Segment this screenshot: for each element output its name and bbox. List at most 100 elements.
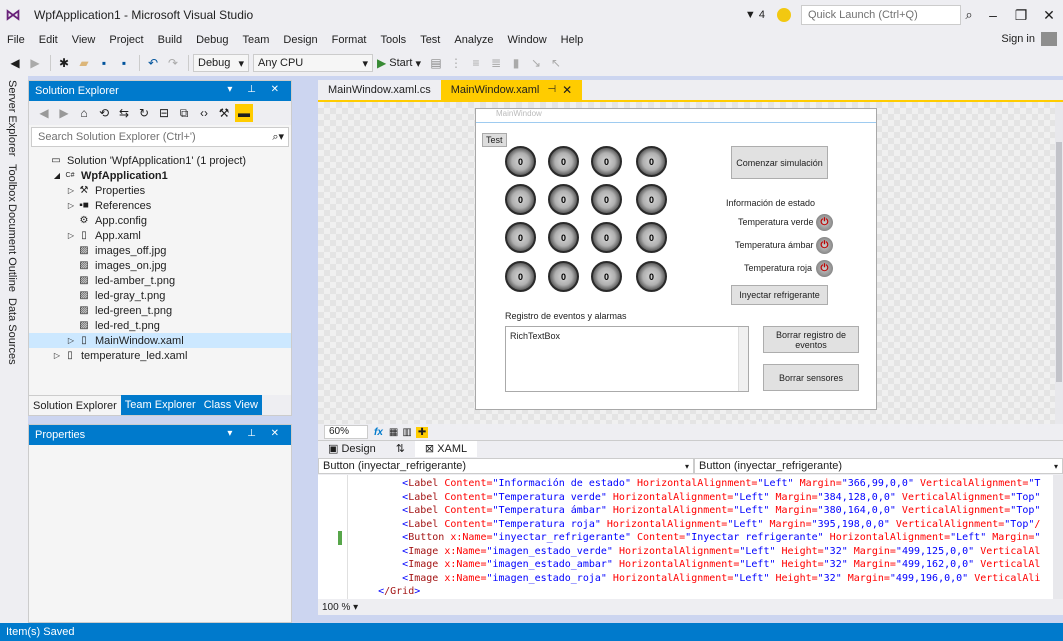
menu-item-window[interactable]: Window xyxy=(501,34,554,46)
code-line[interactable]: <Label Content="Temperatura ámbar" Horiz… xyxy=(354,504,1040,518)
collapse-all-icon[interactable]: ⊟ xyxy=(155,104,173,122)
tree-item[interactable]: ▷ ▯ App.xaml xyxy=(29,228,291,243)
tab-solution-explorer[interactable]: Solution Explorer xyxy=(29,395,121,415)
tree-item[interactable]: ▷ ▪■ References xyxy=(29,198,291,213)
richtextbox-scrollbar[interactable] xyxy=(738,327,748,391)
menu-item-team[interactable]: Team xyxy=(236,34,277,46)
tab-team-explorer[interactable]: Team Explorer xyxy=(120,395,200,415)
expand-arrow-icon[interactable]: ▷ xyxy=(65,231,77,240)
menu-item-debug[interactable]: Debug xyxy=(189,34,235,46)
swap-panes-button[interactable]: ⇅ xyxy=(386,441,415,458)
notifications-flag-icon[interactable]: ▼ 4 xyxy=(745,9,765,21)
xaml-code-editor[interactable]: <Label Content="Información de estado" H… xyxy=(318,475,1063,599)
quick-launch-input[interactable]: Quick Launch (Ctrl+Q) xyxy=(801,5,961,25)
close-button[interactable]: ✕ xyxy=(1035,7,1063,24)
back-icon[interactable]: ◀ xyxy=(6,54,24,72)
save-all-icon[interactable]: ▪ xyxy=(115,54,133,72)
menu-item-design[interactable]: Design xyxy=(276,34,324,46)
bookmark-icon[interactable]: ▮ xyxy=(507,54,525,72)
undo-icon[interactable]: ↶ xyxy=(144,54,162,72)
start-button[interactable]: ▶ Start ▾ xyxy=(377,56,421,70)
tree-item[interactable]: ⚙ App.config xyxy=(29,213,291,228)
comment-icon[interactable]: ≣ xyxy=(487,54,505,72)
refresh-icon[interactable]: ↻ xyxy=(135,104,153,122)
search-icon[interactable]: ⌕ xyxy=(959,7,979,23)
menu-item-help[interactable]: Help xyxy=(554,34,591,46)
feedback-smiley-icon[interactable] xyxy=(777,8,791,22)
tab-server-explorer[interactable]: Server Explorer xyxy=(6,80,18,156)
open-file-icon[interactable]: ▰ xyxy=(75,54,93,72)
menu-item-edit[interactable]: Edit xyxy=(32,34,65,46)
code-line[interactable]: <Label Content="Temperatura roja" Horizo… xyxy=(354,518,1040,532)
events-richtextbox[interactable]: RichTextBox xyxy=(505,326,749,392)
tree-item[interactable]: ◢ C# WpfApplication1 xyxy=(29,168,291,183)
xaml-designer[interactable]: MainWindow Test 0 0 0 0 0 0 0 0 0 0 0 0 0 0 0 0 Comenza… xyxy=(318,102,1063,424)
menu-item-build[interactable]: Build xyxy=(151,34,189,46)
tree-item[interactable]: ▷ ▯ MainWindow.xaml xyxy=(29,333,291,348)
element-scope-select[interactable]: Button (inyectar_refrigerante) ▾ xyxy=(318,458,694,474)
scroll-thumb[interactable] xyxy=(1056,142,1062,382)
snap-grid-icon[interactable]: ▥ xyxy=(402,427,411,438)
tree-item[interactable]: ▨ led-red_t.png xyxy=(29,318,291,333)
code-line[interactable]: <Image x:Name="imagen_estado_ambar" Hori… xyxy=(354,558,1040,572)
tab-mainwindow-xaml-cs[interactable]: MainWindow.xaml.cs xyxy=(318,80,441,100)
expand-arrow-icon[interactable]: ▷ xyxy=(65,336,77,345)
inject-coolant-button[interactable]: Inyectar refrigerante xyxy=(731,285,828,305)
expand-arrow-icon[interactable]: ▷ xyxy=(65,186,77,195)
panel-window-buttons[interactable]: ▾ ⊥ ✕ xyxy=(227,84,285,95)
code-line[interactable]: </Grid> xyxy=(354,585,1040,599)
tree-item[interactable]: ▨ images_off.jpg xyxy=(29,243,291,258)
panel-window-buttons[interactable]: ▾ ⊥ ✕ xyxy=(227,428,285,439)
step-icon[interactable]: ⋮ xyxy=(447,54,465,72)
properties-wrench-icon[interactable]: ⚒ xyxy=(215,104,233,122)
code-lines[interactable]: <Label Content="Información de estado" H… xyxy=(354,477,1040,599)
minimize-button[interactable]: – xyxy=(979,7,1007,23)
snap-lines-icon[interactable]: ✚ xyxy=(415,426,429,438)
tree-item[interactable]: ▨ led-green_t.png xyxy=(29,303,291,318)
save-icon[interactable]: ▪ xyxy=(95,54,113,72)
bookmark-prev-icon[interactable]: ↖ xyxy=(547,54,565,72)
platform-select[interactable]: Any CPU ▾ xyxy=(253,54,373,72)
tab-xaml[interactable]: ⊠ XAML xyxy=(414,440,478,458)
format-icon[interactable]: ≡ xyxy=(467,54,485,72)
bookmark-next-icon[interactable]: ↘ xyxy=(527,54,545,72)
start-simulation-button[interactable]: Comenzar simulación xyxy=(731,146,828,179)
pin-icon[interactable]: ⊣ xyxy=(547,80,556,100)
code-line[interactable]: <Label Content="Temperatura verde" Horiz… xyxy=(354,491,1040,505)
browser-link-icon[interactable]: ▤ xyxy=(427,54,445,72)
close-tab-icon[interactable]: ✕ xyxy=(562,80,572,100)
restore-button[interactable]: ❐ xyxy=(1007,7,1035,24)
view-code-icon[interactable]: ‹› xyxy=(195,104,213,122)
solution-explorer-search-input[interactable]: Search Solution Explorer (Ctrl+') ⌕▾ xyxy=(31,127,289,147)
sign-in-link[interactable]: Sign in xyxy=(1001,33,1035,45)
tab-toolbox[interactable]: Toolbox xyxy=(6,164,18,202)
show-all-files-icon[interactable]: ⧉ xyxy=(175,104,193,122)
tab-class-view[interactable]: Class View xyxy=(199,395,262,415)
pending-changes-icon[interactable]: ⟲ xyxy=(95,104,113,122)
tree-item[interactable]: ▷ ⚒ Properties xyxy=(29,183,291,198)
clear-sensors-button[interactable]: Borrar sensores xyxy=(763,364,859,391)
code-line[interactable]: <Button x:Name="inyectar_refrigerante" C… xyxy=(354,531,1040,545)
menu-item-view[interactable]: View xyxy=(65,34,103,46)
back-icon[interactable]: ◀ xyxy=(35,104,53,122)
account-icon[interactable] xyxy=(1041,32,1057,46)
grid-icon[interactable]: ▦ xyxy=(389,427,398,438)
expand-arrow-icon[interactable]: ◢ xyxy=(51,171,63,180)
menu-item-analyze[interactable]: Analyze xyxy=(447,34,500,46)
tree-item[interactable]: ▨ images_on.jpg xyxy=(29,258,291,273)
editor-zoom-select[interactable]: 100 % xyxy=(322,602,350,613)
configuration-select[interactable]: Debug ▾ xyxy=(193,54,249,72)
wpf-window-preview[interactable]: MainWindow Test 0 0 0 0 0 0 0 0 0 0 0 0 0 0 0 0 Comenza… xyxy=(475,108,877,410)
menu-item-format[interactable]: Format xyxy=(325,34,374,46)
sync-icon[interactable]: ⇆ xyxy=(115,104,133,122)
tree-item[interactable]: ▨ led-amber_t.png xyxy=(29,273,291,288)
code-line[interactable]: <Image x:Name="imagen_estado_verde" Hori… xyxy=(354,545,1040,559)
clear-event-log-button[interactable]: Borrar registro de eventos xyxy=(763,326,859,353)
expand-arrow-icon[interactable]: ▷ xyxy=(51,351,63,360)
menu-item-test[interactable]: Test xyxy=(413,34,447,46)
test-button[interactable]: Test xyxy=(482,133,507,147)
member-scope-select[interactable]: Button (inyectar_refrigerante) ▾ xyxy=(694,458,1063,474)
fx-icon[interactable]: fx xyxy=(374,427,383,438)
new-project-icon[interactable]: ✱ xyxy=(55,54,73,72)
tab-document-outline[interactable]: Document Outline xyxy=(6,204,18,292)
